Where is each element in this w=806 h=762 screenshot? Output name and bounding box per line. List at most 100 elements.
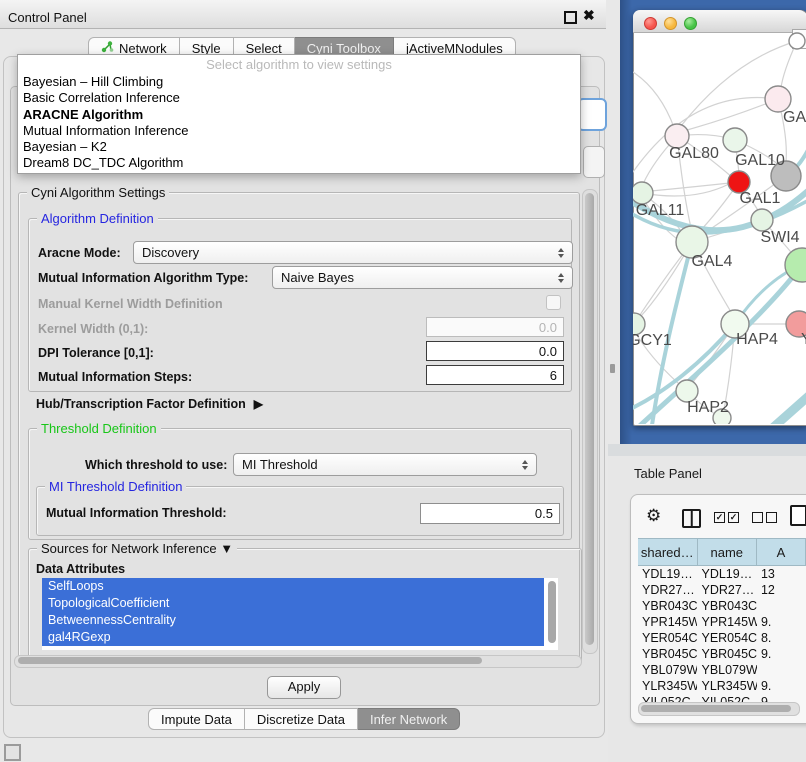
columns-icon[interactable]: [682, 509, 701, 528]
table-cell: YBR045C: [697, 646, 756, 662]
network-node-label: GAL11: [636, 202, 685, 219]
focused-combo-fragment: [577, 98, 607, 131]
network-edge-thick[interactable]: [768, 394, 806, 424]
table-column-header[interactable]: name: [698, 539, 758, 565]
aracne-mode-select[interactable]: Discovery: [133, 241, 573, 264]
tab-label: Impute Data: [161, 712, 232, 727]
close-icon[interactable]: ✖: [583, 7, 595, 24]
table-row[interactable]: YER054CYER054C8.: [638, 630, 806, 646]
manual-kernel-checkbox[interactable]: [546, 295, 561, 310]
unchecked-checkbox-icon[interactable]: [752, 512, 763, 523]
kernel-width-field[interactable]: 0.0: [426, 317, 564, 337]
network-node-label: GAL: [783, 109, 806, 126]
table-row[interactable]: YPR145WYPR145W9.: [638, 614, 806, 630]
data-attribute-item[interactable]: gal4RGexp: [42, 629, 544, 646]
checked-checkbox-icon[interactable]: ✓: [714, 512, 725, 523]
table-cell: [757, 662, 806, 678]
bottom-tab-impute-data[interactable]: Impute Data: [148, 708, 245, 730]
apply-button[interactable]: Apply: [267, 676, 341, 699]
data-attribute-item[interactable]: BetweennessCentrality: [42, 612, 544, 629]
settings-vertical-scrollbar-thumb[interactable]: [585, 193, 594, 645]
page-icon[interactable]: [790, 505, 806, 526]
table-cell: 12: [757, 582, 806, 598]
table-cell: YBR043C: [697, 598, 756, 614]
network-node[interactable]: [789, 33, 805, 49]
table-cell: YBR043C: [638, 598, 697, 614]
table-horizontal-scrollbar[interactable]: [638, 702, 800, 716]
network-node[interactable]: [723, 128, 747, 152]
table-cell: YBL079W: [697, 662, 756, 678]
gear-icon[interactable]: ⚙: [646, 506, 661, 526]
node-table: shared…nameA YDL19…YDL19…13YDR27…YDR27…1…: [638, 538, 806, 710]
hub-definition-label: Hub/Transcription Factor Definition: [36, 397, 246, 411]
settings-vertical-scrollbar[interactable]: [582, 189, 598, 654]
mi-type-value: Naive Bayes: [281, 270, 354, 285]
dpi-tolerance-field[interactable]: 0.0: [426, 341, 564, 361]
network-graph[interactable]: GALGAL80GAL10GAL1GAL11SWI4GAL4GCY1HAP4YH…: [633, 32, 806, 424]
hub-definition-toggle[interactable]: Hub/Transcription Factor Definition ▶: [36, 397, 263, 411]
kernel-width-label: Kernel Width (0,1):: [38, 322, 148, 336]
bottom-tab-discretize-data[interactable]: Discretize Data: [245, 708, 358, 730]
checked-checkbox-icon[interactable]: ✓: [728, 512, 739, 523]
which-threshold-select[interactable]: MI Threshold: [233, 453, 537, 476]
expand-arrow-icon: ▶: [254, 397, 263, 411]
network-edge[interactable]: [642, 184, 729, 196]
table-row[interactable]: YDL19…YDL19…13: [638, 566, 806, 582]
table-cell: YDL19…: [638, 566, 697, 582]
table-row[interactable]: YLR345WYLR345W9.: [638, 678, 806, 694]
table-column-header[interactable]: shared…: [638, 539, 698, 565]
table-panel-top-strip: [608, 444, 806, 456]
table-cell: [757, 598, 806, 614]
mi-type-select[interactable]: Naive Bayes: [272, 266, 573, 289]
minimize-traffic-light-icon[interactable]: [664, 17, 677, 30]
network-node-label: HAP2: [687, 399, 729, 416]
list-vertical-scrollbar[interactable]: [548, 581, 556, 643]
mi-threshold-field[interactable]: 0.5: [420, 503, 560, 524]
algorithm-option[interactable]: Dream8 DC_TDC Algorithm: [18, 155, 580, 171]
close-traffic-light-icon[interactable]: [644, 17, 657, 30]
network-node-label: HAP4: [736, 331, 778, 348]
algorithm-option[interactable]: Bayesian – K2: [18, 139, 580, 155]
network-window-titlebar[interactable]: [633, 10, 806, 33]
table-cell: 9.: [757, 614, 806, 630]
settings-horizontal-scrollbar-thumb[interactable]: [18, 657, 482, 664]
table-cell: YDR27…: [638, 582, 697, 598]
data-attribute-item[interactable]: SelfLoops: [42, 578, 544, 595]
table-row[interactable]: YBL079WYBL079W: [638, 662, 806, 678]
minimized-panel-icon[interactable]: [4, 744, 21, 761]
table-horizontal-scrollbar-thumb[interactable]: [641, 705, 791, 712]
network-node-label: GCY1: [633, 332, 672, 349]
table-cell: 8.: [757, 630, 806, 646]
splitter-handle[interactable]: [610, 364, 615, 373]
network-edge[interactable]: [651, 182, 739, 191]
mi-threshold-label: Mutual Information Threshold:: [46, 506, 227, 520]
mi-steps-label: Mutual Information Steps:: [38, 370, 192, 384]
algorithm-option[interactable]: ARACNE Algorithm: [18, 107, 580, 123]
table-cell: YDL19…: [697, 566, 756, 582]
algorithm-option[interactable]: Basic Correlation Inference: [18, 90, 580, 106]
unchecked-checkbox-icon[interactable]: [766, 512, 777, 523]
table-cell: YLR345W: [697, 678, 756, 694]
network-node[interactable]: [785, 248, 806, 282]
algorithm-option[interactable]: Mutual Information Inference: [18, 123, 580, 139]
settings-horizontal-scrollbar[interactable]: [14, 655, 582, 668]
which-threshold-label: Which threshold to use:: [85, 458, 227, 472]
float-panel-icon[interactable]: [564, 11, 577, 24]
table-row[interactable]: YBR043CYBR043C: [638, 598, 806, 614]
data-attributes-list[interactable]: SelfLoopsTopologicalCoefficientBetweenne…: [42, 578, 558, 650]
algorithm-option[interactable]: Bayesian – Hill Climbing: [18, 74, 580, 90]
sources-group-title[interactable]: Sources for Network Inference ▼: [37, 541, 237, 556]
table-row[interactable]: YDR27…YDR27…12: [638, 582, 806, 598]
network-node[interactable]: [633, 182, 653, 204]
table-row[interactable]: YBR045CYBR045C9.: [638, 646, 806, 662]
table-cell: YER054C: [697, 630, 756, 646]
mi-steps-field[interactable]: 6: [426, 365, 564, 385]
bottom-tab-infer-network[interactable]: Infer Network: [358, 708, 460, 730]
table-column-header[interactable]: A: [757, 539, 806, 565]
network-node[interactable]: [751, 209, 773, 231]
data-attribute-item[interactable]: TopologicalCoefficient: [42, 595, 544, 612]
network-node-label: SWI4: [760, 229, 799, 246]
algorithm-dropdown-items: Bayesian – Hill ClimbingBasic Correlatio…: [18, 74, 580, 172]
zoom-traffic-light-icon[interactable]: [684, 17, 697, 30]
network-node-label: GAL10: [735, 152, 785, 169]
